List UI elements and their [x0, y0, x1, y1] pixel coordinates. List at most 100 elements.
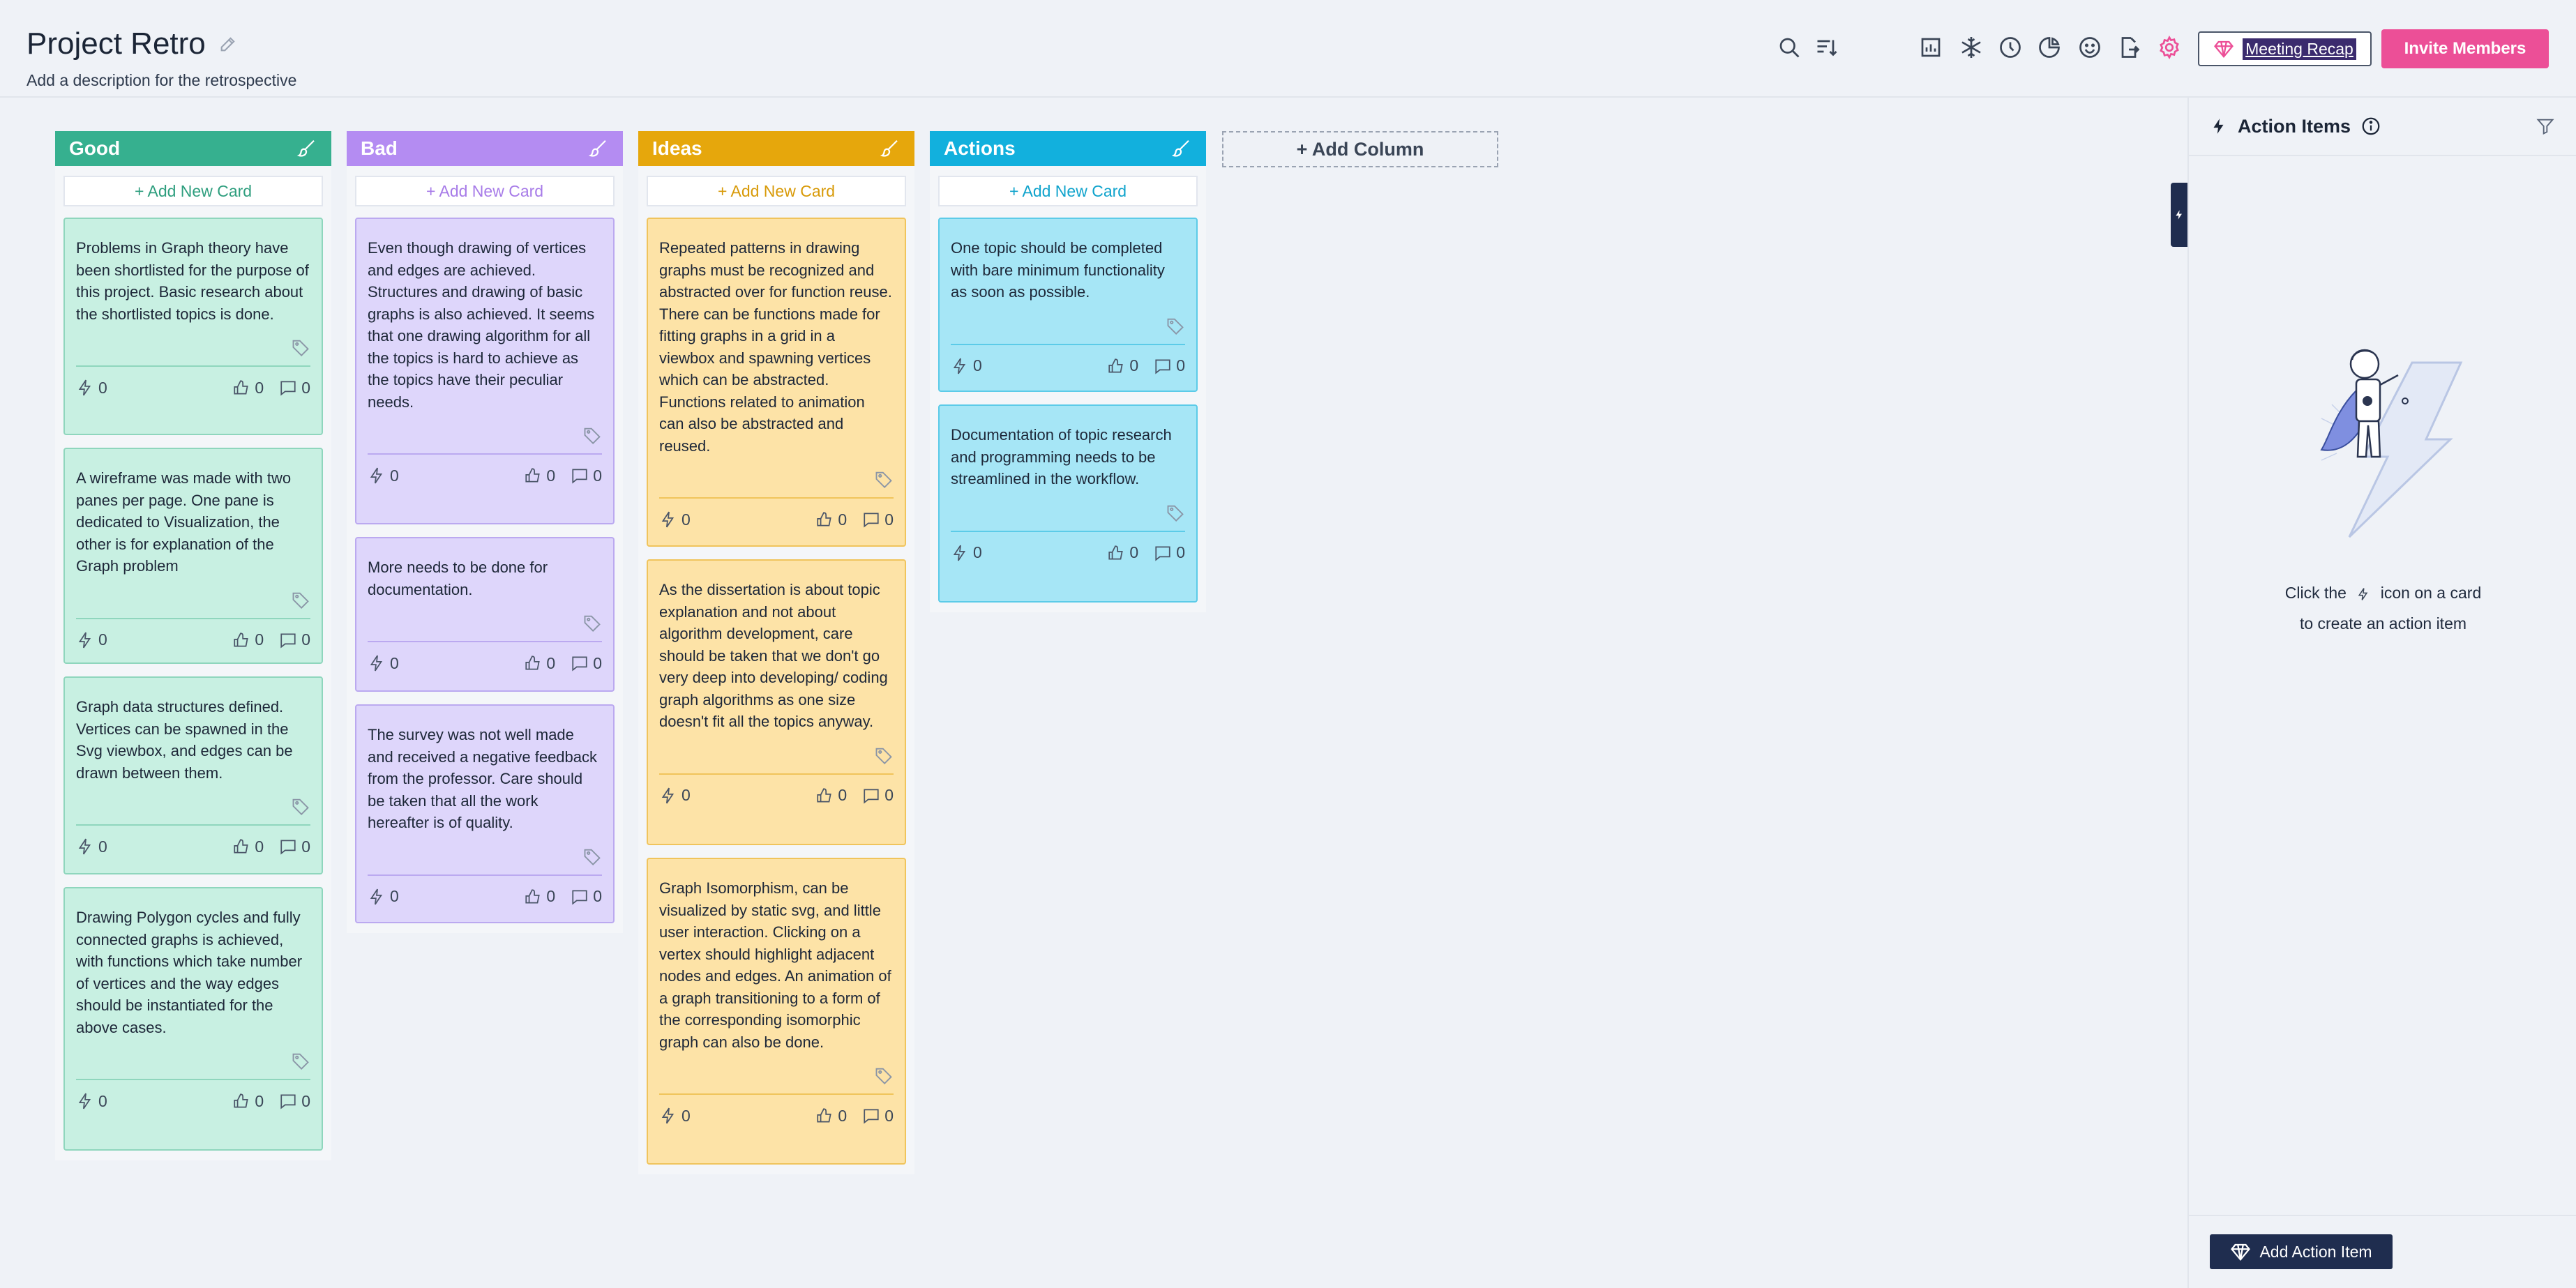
- comment-icon[interactable]: [1154, 357, 1172, 375]
- edit-pencil-icon[interactable]: [218, 34, 238, 54]
- vote-count: 0: [838, 510, 848, 529]
- thumbs-up-icon[interactable]: [524, 888, 542, 906]
- chart-icon[interactable]: [1917, 33, 1945, 61]
- panel-collapse-tab[interactable]: [2171, 183, 2187, 247]
- thumbs-up-icon[interactable]: [1107, 544, 1125, 562]
- add-action-item-button[interactable]: Add Action Item: [2210, 1234, 2393, 1269]
- action-bolt-icon[interactable]: [659, 510, 677, 529]
- action-bolt-icon[interactable]: [76, 379, 94, 397]
- thumbs-up-icon[interactable]: [524, 654, 542, 672]
- add-new-card-button[interactable]: + Add New Card: [938, 176, 1198, 206]
- retro-title[interactable]: Project Retro: [27, 26, 206, 61]
- comment-count: 0: [884, 510, 894, 529]
- add-column-button[interactable]: + Add Column: [1222, 131, 1498, 167]
- info-icon[interactable]: [2360, 116, 2381, 137]
- tag-icon[interactable]: [582, 425, 602, 445]
- superhero-illustration: [2320, 349, 2463, 538]
- comment-count: 0: [301, 1091, 310, 1110]
- retro-card[interactable]: Repeated patterns in drawing graphs must…: [647, 218, 906, 547]
- comment-icon[interactable]: [279, 631, 297, 649]
- thumbs-up-icon[interactable]: [232, 631, 250, 649]
- retro-card[interactable]: As the dissertation is about topic expla…: [647, 559, 906, 845]
- comment-icon[interactable]: [571, 888, 589, 906]
- tag-icon[interactable]: [582, 613, 602, 632]
- action-bolt-icon[interactable]: [659, 1107, 677, 1125]
- timer-icon[interactable]: [1996, 33, 2024, 61]
- tag-icon[interactable]: [874, 469, 894, 489]
- comment-icon[interactable]: [862, 510, 880, 529]
- thumbs-up-icon[interactable]: [815, 510, 834, 529]
- action-bolt-icon[interactable]: [951, 357, 969, 375]
- tag-icon[interactable]: [582, 847, 602, 866]
- add-new-card-button[interactable]: + Add New Card: [355, 176, 615, 206]
- action-bolt-icon[interactable]: [659, 787, 677, 805]
- comment-icon[interactable]: [279, 379, 297, 397]
- add-new-card-button[interactable]: + Add New Card: [63, 176, 323, 206]
- retro-card[interactable]: Even though drawing of vertices and edge…: [355, 218, 615, 524]
- tag-icon[interactable]: [291, 590, 310, 609]
- search-icon[interactable]: [1775, 33, 1803, 61]
- thumbs-up-icon[interactable]: [232, 1092, 250, 1110]
- tag-icon[interactable]: [874, 745, 894, 765]
- paint-brush-icon[interactable]: [588, 138, 609, 159]
- tag-icon[interactable]: [1166, 316, 1185, 335]
- comment-icon[interactable]: [279, 1092, 297, 1110]
- thumbs-up-icon[interactable]: [815, 787, 834, 805]
- tag-icon[interactable]: [291, 338, 310, 357]
- sort-icon[interactable]: [1813, 33, 1841, 61]
- meeting-recap-label: Meeting Recap: [2243, 38, 2356, 60]
- thumbs-up-icon[interactable]: [232, 838, 250, 856]
- paint-brush-icon[interactable]: [296, 138, 317, 159]
- retro-card[interactable]: Problems in Graph theory have been short…: [63, 218, 323, 435]
- filter-icon[interactable]: [2536, 116, 2555, 136]
- freeze-icon[interactable]: [1957, 33, 1985, 61]
- comment-icon[interactable]: [862, 1107, 880, 1125]
- action-bolt-icon[interactable]: [76, 838, 94, 856]
- retro-card[interactable]: One topic should be completed with bare …: [938, 218, 1198, 392]
- meeting-recap-button[interactable]: Meeting Recap: [2198, 31, 2372, 66]
- thumbs-up-icon[interactable]: [815, 1107, 834, 1125]
- comment-count: 0: [593, 466, 602, 485]
- comment-icon[interactable]: [1154, 544, 1172, 562]
- column-title[interactable]: Bad: [361, 137, 398, 160]
- thumbs-up-icon[interactable]: [1107, 357, 1125, 375]
- pie-chart-icon[interactable]: [2035, 33, 2063, 61]
- retro-card[interactable]: A wireframe was made with two panes per …: [63, 448, 323, 664]
- column-title[interactable]: Good: [69, 137, 120, 160]
- retro-card[interactable]: Documentation of topic research and prog…: [938, 404, 1198, 603]
- retro-card[interactable]: More needs to be done for documentation.…: [355, 537, 615, 692]
- tag-icon[interactable]: [1166, 503, 1185, 522]
- comment-icon[interactable]: [571, 467, 589, 485]
- action-bolt-icon[interactable]: [76, 1092, 94, 1110]
- add-new-card-button[interactable]: + Add New Card: [647, 176, 906, 206]
- action-bolt-icon[interactable]: [76, 631, 94, 649]
- tag-icon[interactable]: [291, 796, 310, 816]
- emoji-icon[interactable]: [2076, 33, 2104, 61]
- thumbs-up-icon[interactable]: [232, 379, 250, 397]
- action-bolt-icon[interactable]: [368, 888, 386, 906]
- tag-icon[interactable]: [291, 1051, 310, 1070]
- action-bolt-icon[interactable]: [951, 544, 969, 562]
- thumbs-up-icon[interactable]: [524, 467, 542, 485]
- column-title[interactable]: Ideas: [652, 137, 702, 160]
- retro-card[interactable]: Drawing Polygon cycles and fully connect…: [63, 887, 323, 1151]
- paint-brush-icon[interactable]: [880, 138, 901, 159]
- tag-icon[interactable]: [874, 1066, 894, 1085]
- retro-description[interactable]: Add a description for the retrospective: [27, 71, 296, 90]
- comment-icon[interactable]: [571, 654, 589, 672]
- action-count: 0: [681, 786, 691, 804]
- retro-card[interactable]: Graph data structures defined. Vertices …: [63, 676, 323, 874]
- panel-header: Action Items: [2189, 98, 2576, 156]
- invite-members-button[interactable]: Invite Members: [2381, 29, 2549, 68]
- retro-card[interactable]: Graph Isomorphism, can be visualized by …: [647, 858, 906, 1165]
- export-icon[interactable]: [2115, 33, 2143, 61]
- action-count: 0: [98, 1091, 107, 1110]
- paint-brush-icon[interactable]: [1171, 138, 1192, 159]
- column-title[interactable]: Actions: [944, 137, 1016, 160]
- comment-icon[interactable]: [279, 838, 297, 856]
- action-bolt-icon[interactable]: [368, 654, 386, 672]
- retro-card[interactable]: The survey was not well made and receive…: [355, 704, 615, 923]
- comment-icon[interactable]: [862, 787, 880, 805]
- settings-gear-icon[interactable]: [2155, 33, 2183, 61]
- action-bolt-icon[interactable]: [368, 467, 386, 485]
